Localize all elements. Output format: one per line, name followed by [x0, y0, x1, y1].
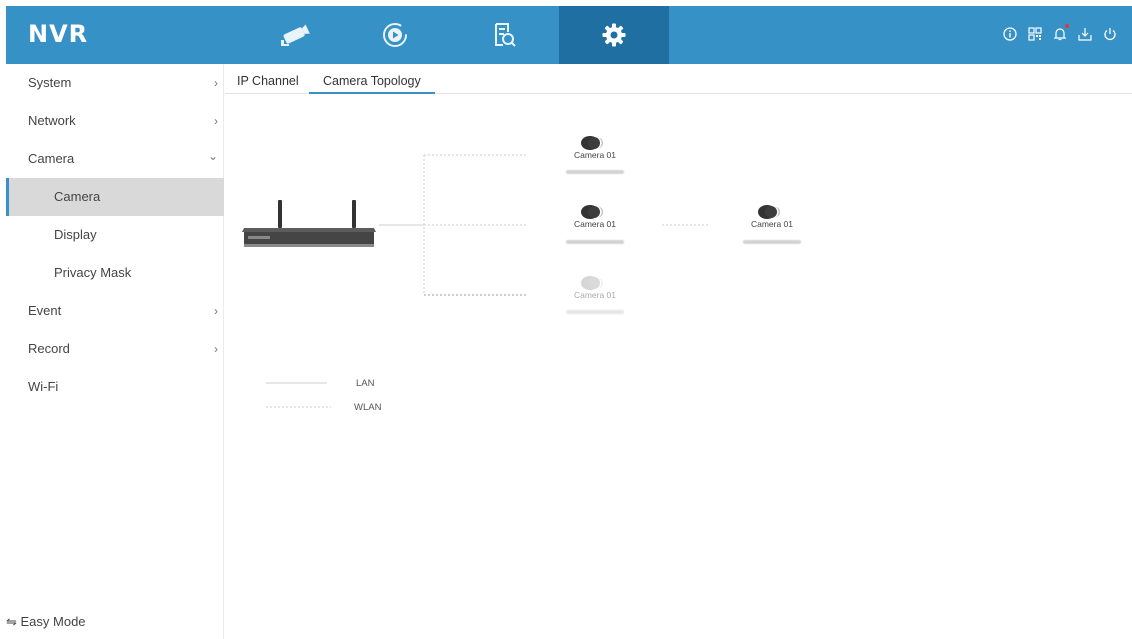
- easy-mode-label: ⇋ Easy Mode: [6, 614, 86, 629]
- bullet-camera-offline-icon: [581, 276, 603, 290]
- sidebar-item-label: Camera: [28, 151, 75, 166]
- tab-live-view[interactable]: [240, 6, 350, 64]
- camera-topology-view: Camera 01 Camera 01 Camera 01 Camera 01 …: [225, 95, 1132, 639]
- top-bar: NVR: [6, 6, 1132, 64]
- camera-label: Camera 01: [750, 219, 794, 229]
- info-icon[interactable]: [1002, 26, 1018, 42]
- sidebar-item-label: Privacy Mask: [54, 265, 132, 280]
- sidebar-subitem-camera[interactable]: Camera: [6, 178, 224, 216]
- notification-dot: [1065, 24, 1069, 28]
- power-icon[interactable]: [1102, 26, 1118, 42]
- chevron-down-icon: ⌄: [207, 149, 218, 163]
- sidebar-item-wifi[interactable]: Wi-Fi: [6, 368, 224, 406]
- sidebar-item-label: Record: [28, 341, 70, 356]
- qr-code-icon[interactable]: [1027, 26, 1043, 42]
- sidebar-item-label: Display: [54, 227, 97, 242]
- sidebar-item-network[interactable]: Network ›: [6, 102, 224, 140]
- camera-icon: [281, 24, 310, 46]
- search-file-icon: [495, 23, 516, 47]
- camera-ip-blurred: [555, 231, 635, 244]
- sidebar: System › Network › Camera ⌄ Camera Displ…: [6, 64, 224, 639]
- bullet-camera-icon: [758, 205, 780, 219]
- bell-icon[interactable]: [1052, 24, 1069, 42]
- easy-mode-button[interactable]: ⇋ Easy Mode: [6, 614, 86, 630]
- sidebar-item-label: Camera: [54, 189, 101, 204]
- sidebar-item-label: Event: [28, 303, 62, 318]
- tab-settings[interactable]: [559, 6, 669, 64]
- sidebar-item-camera[interactable]: Camera ⌄: [6, 140, 224, 178]
- legend-lan: LAN: [356, 378, 375, 389]
- chevron-right-icon: ›: [214, 114, 218, 128]
- bullet-camera-icon: [581, 136, 603, 150]
- playback-icon: [383, 23, 407, 47]
- legend-wlan: WLAN: [354, 402, 382, 413]
- sidebar-item-record[interactable]: Record ›: [6, 330, 224, 368]
- nvr-device-icon: [242, 200, 376, 247]
- sidebar-subitem-display[interactable]: Display: [6, 216, 224, 254]
- sidebar-item-label: System: [28, 75, 72, 90]
- sidebar-subitem-privacy-mask[interactable]: Privacy Mask: [6, 254, 224, 292]
- sidebar-item-label: Wi-Fi: [28, 379, 59, 394]
- tab-camera-topology[interactable]: Camera Topology: [309, 74, 435, 94]
- chevron-right-icon: ›: [214, 76, 218, 90]
- camera-ip-blurred: [732, 231, 812, 244]
- sidebar-item-system[interactable]: System ›: [6, 64, 224, 102]
- camera-label: Camera 01: [573, 150, 617, 160]
- tab-playback[interactable]: [340, 6, 450, 64]
- camera-label: Camera 01: [573, 290, 617, 300]
- chevron-right-icon: ›: [214, 304, 218, 318]
- download-icon[interactable]: [1077, 26, 1093, 42]
- gear-icon: [602, 23, 626, 47]
- sidebar-item-event[interactable]: Event ›: [6, 292, 224, 330]
- camera-ip-blurred: [555, 301, 635, 314]
- nvr-logo: NVR: [28, 20, 89, 48]
- tab-ip-channel[interactable]: IP Channel: [237, 74, 299, 92]
- content-tabs: IP Channel Camera Topology: [225, 64, 1132, 94]
- camera-label: Camera 01: [573, 219, 617, 229]
- tab-search[interactable]: [450, 6, 560, 64]
- sidebar-item-label: Network: [28, 113, 76, 128]
- topology-lines: [266, 154, 710, 408]
- camera-ip-blurred: [555, 161, 635, 174]
- chevron-right-icon: ›: [214, 342, 218, 356]
- bullet-camera-icon: [581, 205, 603, 219]
